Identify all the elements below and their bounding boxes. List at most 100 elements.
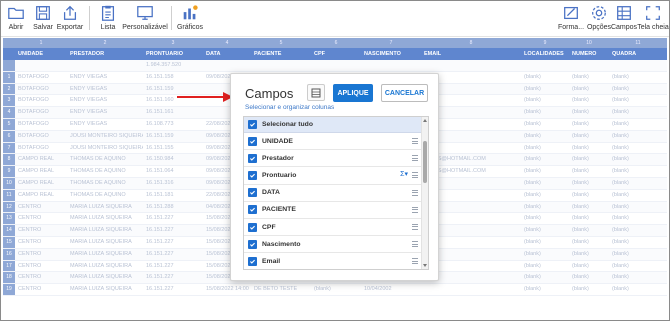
table-cell[interactable]: CENTRO — [15, 237, 67, 248]
table-cell[interactable]: (blank) — [521, 119, 569, 130]
table-cell[interactable]: (blank) — [521, 225, 569, 236]
table-cell[interactable]: (blank) — [569, 225, 609, 236]
column-header[interactable]: NASCIMENTO — [361, 48, 421, 60]
table-cell[interactable]: (blank) — [609, 166, 667, 177]
table-cell[interactable]: BOTAFOGO — [15, 131, 67, 142]
table-cell[interactable] — [67, 60, 143, 71]
table-cell[interactable]: (blank) — [521, 190, 569, 201]
table-cell[interactable]: (blank) — [569, 202, 609, 213]
table-cell[interactable]: (blank) — [569, 166, 609, 177]
table-cell[interactable]: (blank) — [609, 237, 667, 248]
table-cell[interactable]: (blank) — [569, 190, 609, 201]
table-cell[interactable]: (blank) — [569, 107, 609, 118]
table-cell[interactable]: CENTRO — [15, 202, 67, 213]
drag-handle-icon[interactable] — [412, 189, 418, 198]
table-cell[interactable]: CENTRO — [15, 284, 67, 295]
table-cell[interactable]: BOTAFOGO — [15, 72, 67, 83]
table-cell[interactable]: (blank) — [521, 154, 569, 165]
table-cell[interactable] — [251, 60, 311, 71]
drag-handle-icon[interactable] — [412, 223, 418, 232]
field-item[interactable]: CPF — [244, 219, 428, 237]
table-cell[interactable]: 16.151.227 — [143, 237, 203, 248]
table-cell[interactable]: 16.151.181 — [143, 190, 203, 201]
table-cell[interactable]: DE BETO TESTE — [251, 284, 311, 295]
table-cell[interactable]: CAMPO REAL — [15, 154, 67, 165]
scroll-down-icon[interactable] — [423, 264, 427, 267]
table-cell[interactable]: 16.151.158 — [143, 72, 203, 83]
column-header[interactable]: PRONTUARIO — [143, 48, 203, 60]
table-cell[interactable]: (blank) — [521, 202, 569, 213]
column-header[interactable] — [3, 48, 15, 60]
table-cell[interactable]: (blank) — [609, 225, 667, 236]
table-cell[interactable]: CAMPO REAL — [15, 190, 67, 201]
export-button[interactable]: Exportar — [55, 4, 85, 31]
table-cell[interactable]: MARIA LUIZA SIQUEIRA — [67, 202, 143, 213]
scroll-thumb[interactable] — [423, 141, 427, 183]
table-cell[interactable]: ENDY VIEGAS — [67, 119, 143, 130]
table-cell[interactable]: 16.151.227 — [143, 261, 203, 272]
table-cell[interactable]: (blank) — [609, 119, 667, 130]
table-cell[interactable]: (blank) — [609, 249, 667, 260]
table-cell[interactable] — [15, 60, 67, 71]
field-item[interactable]: DATA — [244, 185, 428, 202]
apply-button[interactable]: APLIQUE — [333, 84, 373, 102]
table-cell[interactable] — [421, 284, 521, 295]
table-cell[interactable]: (blank) — [609, 202, 667, 213]
drag-handle-icon[interactable] — [412, 258, 418, 266]
table-cell[interactable]: (blank) — [569, 72, 609, 83]
drag-handle-icon[interactable] — [412, 206, 418, 215]
table-cell[interactable]: (blank) — [609, 272, 667, 283]
table-cell[interactable]: (blank) — [521, 261, 569, 272]
column-header[interactable]: NUMERO — [569, 48, 609, 60]
table-cell[interactable]: 16.151.227 — [143, 249, 203, 260]
list-button[interactable]: Lista — [93, 4, 123, 31]
table-cell[interactable]: (blank) — [521, 72, 569, 83]
table-cell[interactable]: 1.984.357.520 — [143, 60, 203, 71]
field-checkbox[interactable] — [248, 222, 257, 232]
field-list-toggle-button[interactable] — [307, 84, 325, 101]
table-cell[interactable]: CENTRO — [15, 272, 67, 283]
table-cell[interactable]: THOMAS DE AQUINO — [67, 190, 143, 201]
field-checkbox[interactable] — [248, 136, 257, 146]
table-cell[interactable]: (blank) — [521, 213, 569, 224]
field-item[interactable]: PACIENTE — [244, 202, 428, 219]
table-cell[interactable]: MARIA LUIZA SIQUEIRA — [67, 249, 143, 260]
table-cell[interactable]: 16.151.227 — [143, 225, 203, 236]
table-cell[interactable]: (blank) — [609, 84, 667, 95]
table-cell[interactable] — [361, 60, 421, 71]
column-header[interactable]: CPF — [311, 48, 361, 60]
table-cell[interactable] — [311, 60, 361, 71]
drag-handle-icon[interactable] — [412, 241, 418, 249]
table-cell[interactable]: THOMAS DE AQUINO — [67, 166, 143, 177]
select-all-row[interactable]: Selecionar tudo — [244, 117, 428, 133]
field-item[interactable]: Email — [244, 253, 428, 269]
table-cell[interactable]: (blank) — [521, 237, 569, 248]
table-cell[interactable]: (blank) — [521, 249, 569, 260]
column-header[interactable]: DATA — [203, 48, 251, 60]
table-cell[interactable]: (blank) — [521, 107, 569, 118]
field-item[interactable]: UNIDADE — [244, 133, 428, 151]
customizable-button[interactable]: Personalizável — [122, 4, 168, 31]
table-cell[interactable]: BOTAFOGO — [15, 107, 67, 118]
table-cell[interactable]: (blank) — [569, 272, 609, 283]
table-cell[interactable]: (blank) — [609, 72, 667, 83]
table-cell[interactable]: (blank) — [311, 284, 361, 295]
table-cell[interactable]: 16.151.227 — [143, 213, 203, 224]
table-cell[interactable]: 10/04/2002 — [361, 284, 421, 295]
table-cell[interactable]: 15/08/2022 14:00 — [203, 284, 251, 295]
field-checkbox[interactable] — [248, 170, 257, 180]
table-cell[interactable]: MARIA LUIZA SIQUEIRA — [67, 213, 143, 224]
table-cell[interactable]: CENTRO — [15, 249, 67, 260]
table-cell[interactable] — [609, 60, 667, 71]
drag-handle-icon[interactable] — [412, 172, 418, 180]
table-cell[interactable]: (blank) — [569, 84, 609, 95]
table-cell[interactable]: (blank) — [569, 131, 609, 142]
table-cell[interactable]: (blank) — [569, 154, 609, 165]
field-item[interactable]: Nascimento — [244, 236, 428, 254]
table-cell[interactable]: MARIA LUIZA SIQUEIRA — [67, 261, 143, 272]
column-header[interactable]: PACIENTE — [251, 48, 311, 60]
table-cell[interactable]: 16.151.064 — [143, 166, 203, 177]
table-cell[interactable] — [521, 60, 569, 71]
field-list-scrollbar[interactable] — [421, 117, 428, 269]
table-cell[interactable]: (blank) — [609, 107, 667, 118]
